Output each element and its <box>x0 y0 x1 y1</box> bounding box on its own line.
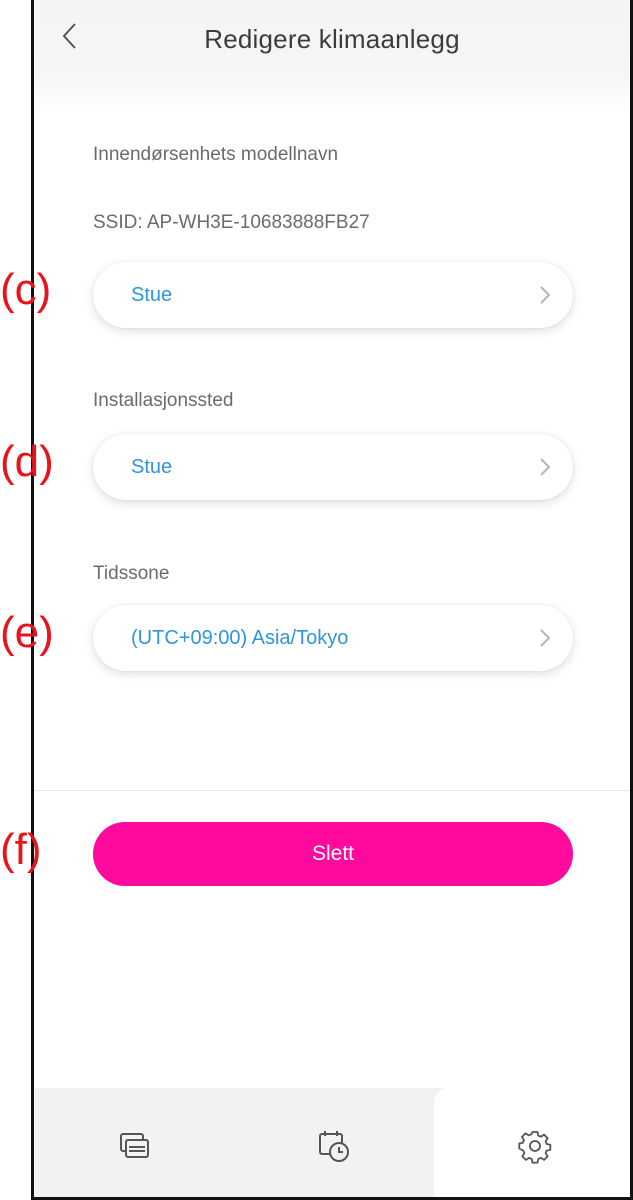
header-bar: Redigere klimaanlegg <box>34 0 630 110</box>
annotation-label-c: (c) <box>0 265 52 314</box>
annotation-label-e: (e) <box>0 608 54 657</box>
devices-icon <box>120 1133 149 1158</box>
chevron-right-icon <box>540 286 551 304</box>
location-label: Installasjonssted <box>93 390 234 411</box>
tab-settings[interactable] <box>434 1088 630 1197</box>
delete-button[interactable]: Slett <box>93 822 573 886</box>
ssid-label: SSID: AP-WH3E-10683888FB27 <box>93 212 370 233</box>
page-title: Redigere klimaanlegg <box>204 24 460 54</box>
name-value: Stue <box>131 284 173 306</box>
timezone-label: Tidssone <box>93 563 170 584</box>
chevron-right-icon <box>540 629 551 647</box>
timezone-value: (UTC+09:00) Asia/Tokyo <box>131 627 349 649</box>
model-name-label: Innendørsenhets modellnavn <box>93 144 339 165</box>
location-selector[interactable]: Stue <box>93 434 573 500</box>
timer-schedule-icon <box>319 1131 349 1162</box>
app-screen: Redigere klimaanlegg Innendørsenhets mod… <box>31 0 633 1200</box>
name-selector[interactable]: Stue <box>93 262 573 328</box>
timezone-selector[interactable]: (UTC+09:00) Asia/Tokyo <box>93 605 573 671</box>
location-value: Stue <box>131 456 173 478</box>
gear-icon <box>518 1131 552 1164</box>
bottom-tab-bar <box>34 1088 630 1197</box>
annotation-label-f: (f) <box>0 825 42 874</box>
chevron-right-icon <box>540 458 551 476</box>
tab-devices[interactable] <box>34 1088 234 1197</box>
annotation-label-d: (d) <box>0 437 54 486</box>
tab-timer[interactable] <box>234 1088 434 1197</box>
divider <box>34 790 630 791</box>
